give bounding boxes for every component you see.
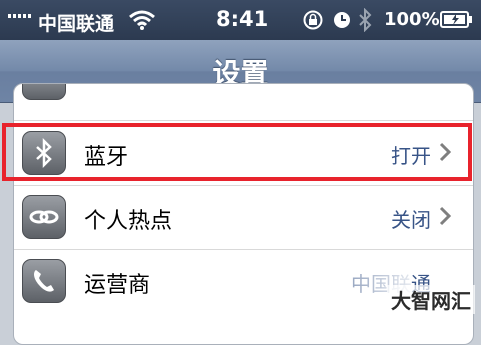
list-item[interactable] bbox=[14, 84, 473, 121]
battery-percent: 100% bbox=[384, 9, 440, 30]
row-value: 关闭 bbox=[391, 208, 431, 232]
chevron-right-icon bbox=[439, 206, 451, 226]
status-time: 8:41 bbox=[216, 7, 269, 31]
watermark: 大智网汇 bbox=[387, 285, 475, 314]
wifi-icon bbox=[129, 10, 155, 30]
status-bar: 中国联通 8:41 100% bbox=[0, 0, 481, 40]
carrier-name: 中国联通 bbox=[38, 13, 115, 35]
bluetooth-status-icon bbox=[359, 8, 372, 32]
row-label: 运营商 bbox=[84, 273, 151, 298]
alarm-clock-icon bbox=[334, 12, 350, 28]
settings-row-icon bbox=[22, 84, 66, 100]
signal-strength-icon bbox=[8, 14, 31, 18]
rotation-lock-icon bbox=[303, 10, 323, 30]
link-icon bbox=[22, 195, 66, 239]
row-label: 个人热点 bbox=[84, 209, 173, 234]
battery-icon bbox=[440, 11, 472, 28]
sidebar-item-personal-hotspot[interactable]: 个人热点 关闭 bbox=[14, 185, 473, 250]
highlight-box bbox=[2, 123, 472, 181]
phone-icon bbox=[22, 259, 66, 303]
